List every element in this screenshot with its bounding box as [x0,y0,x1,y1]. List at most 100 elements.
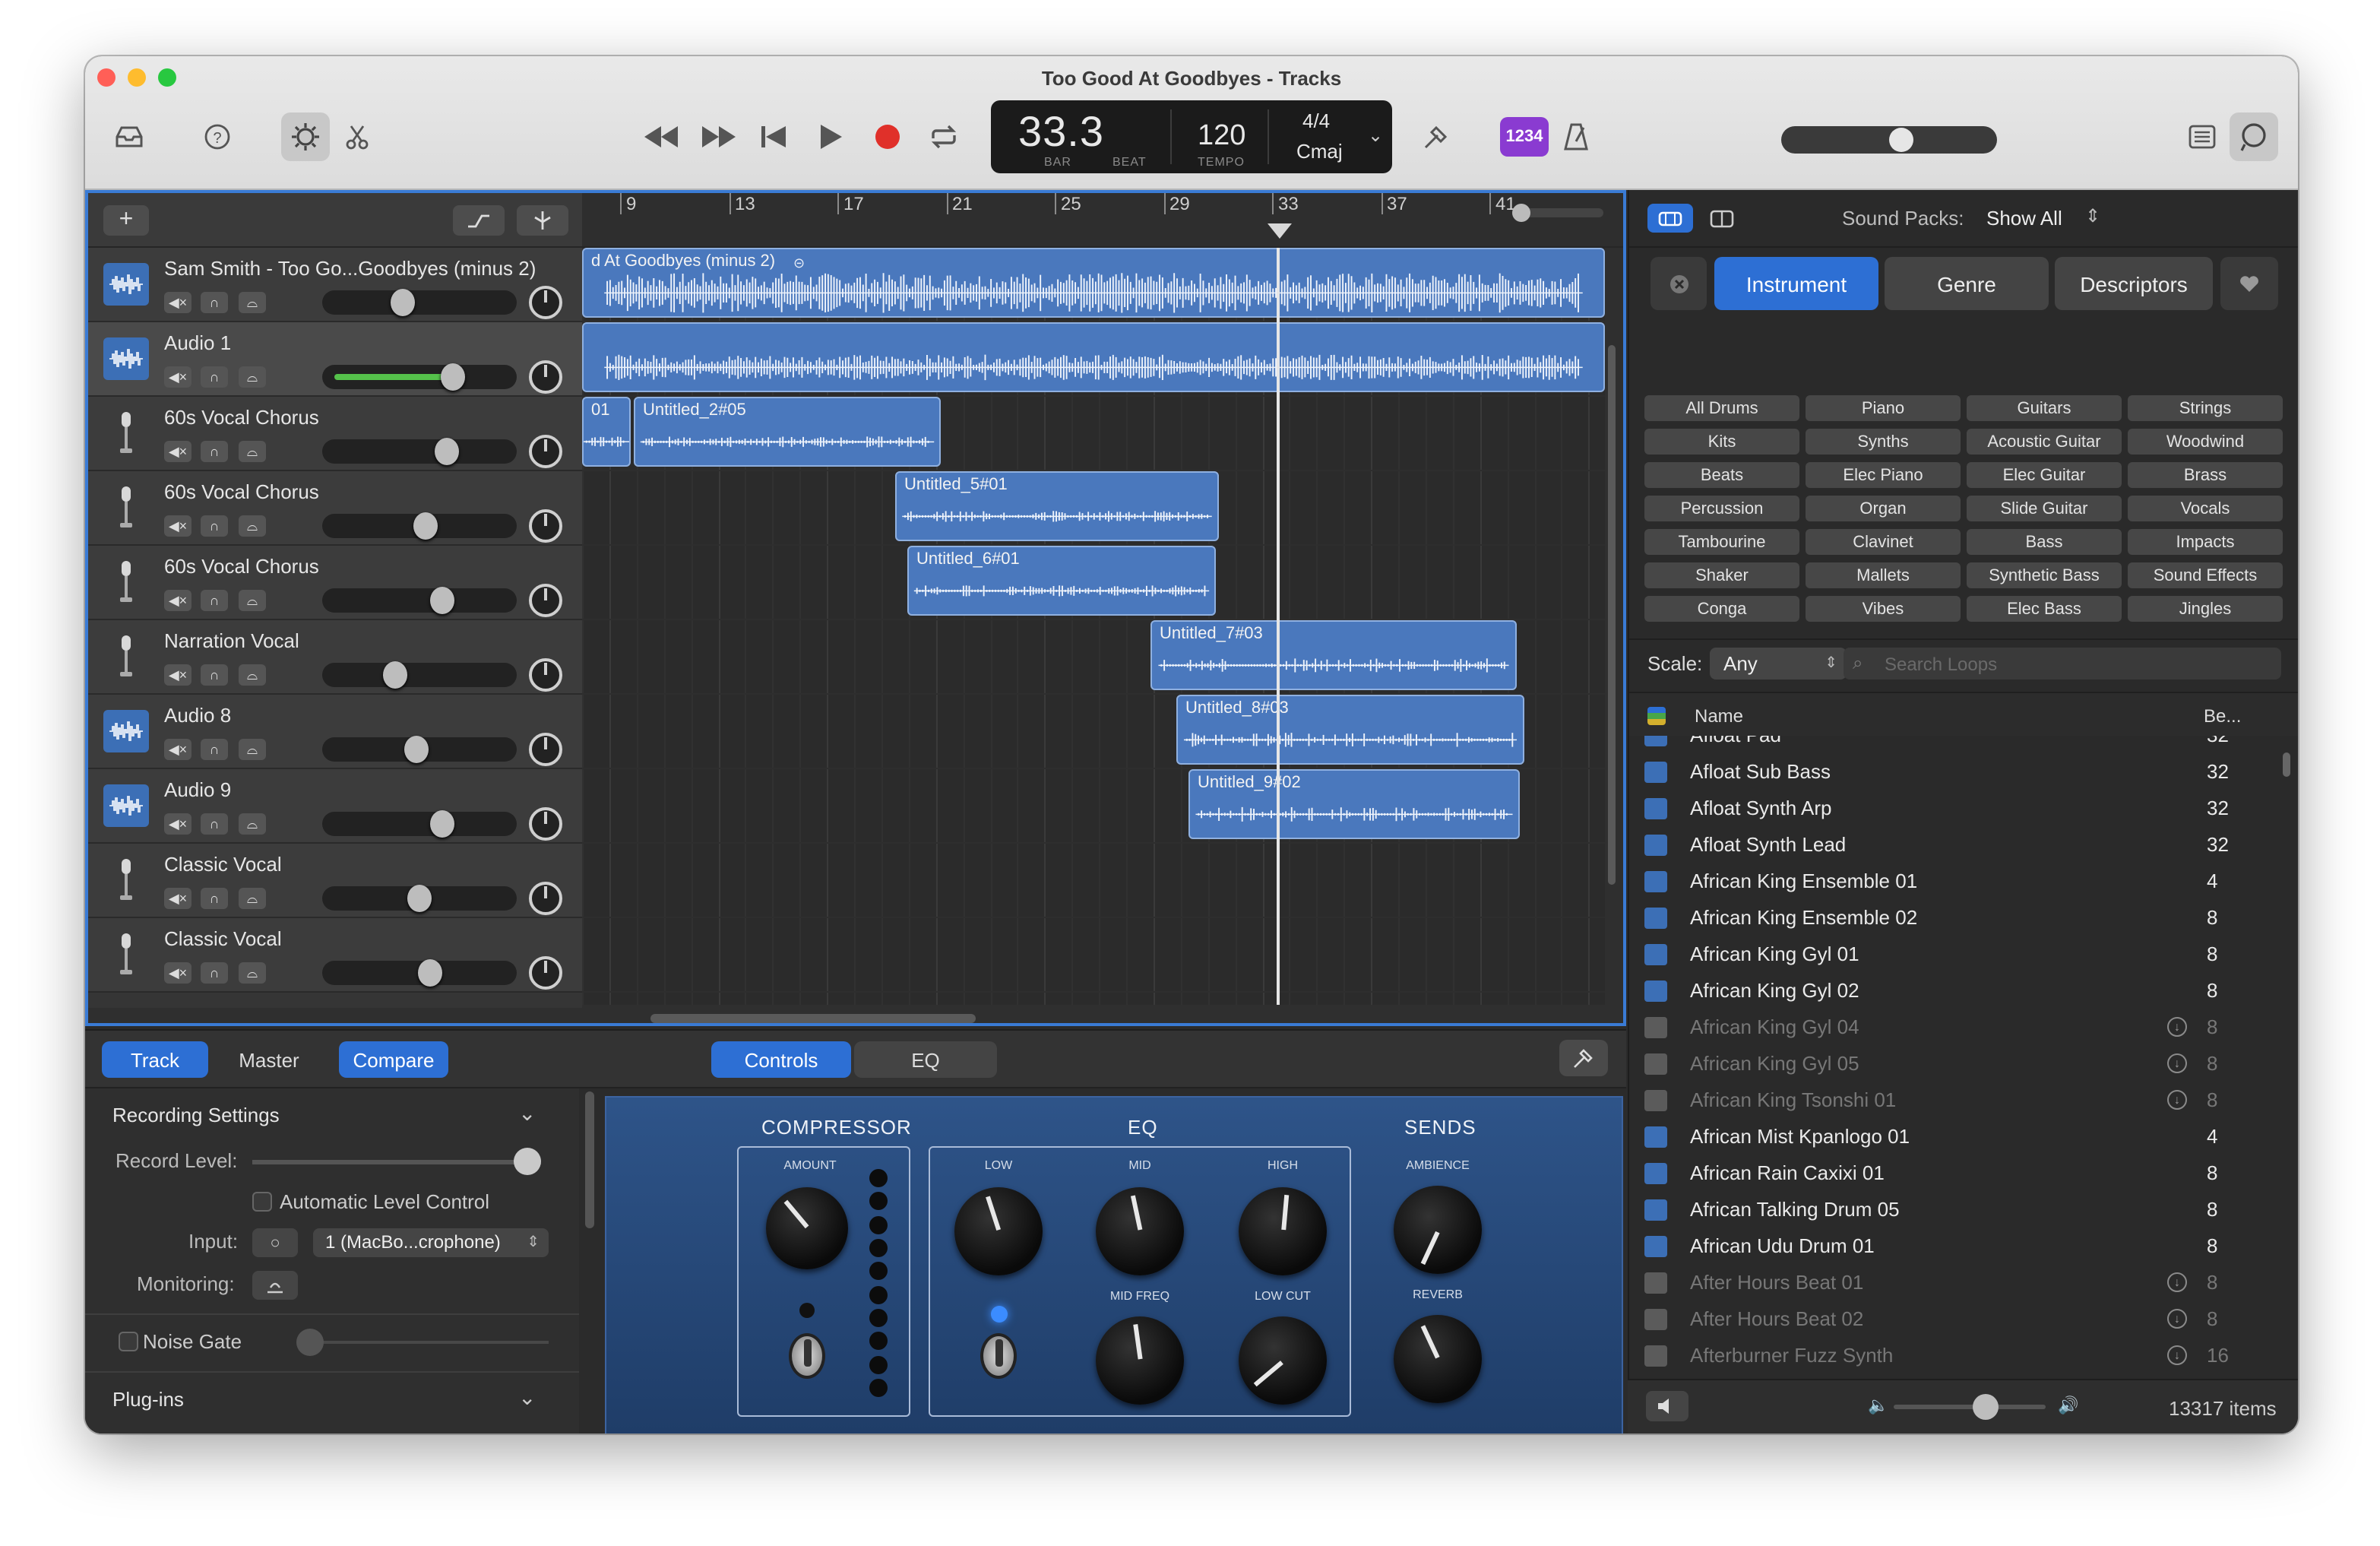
track-name[interactable]: Audio 9 [164,778,231,801]
solo-headphones-icon[interactable]: ∩ [201,664,228,686]
inspector-scrollbar[interactable] [585,1091,594,1228]
mute-icon[interactable]: ◀× [164,515,191,537]
pan-knob[interactable] [529,584,562,617]
track-name[interactable]: Sam Smith - Too Go...Goodbyes (minus 2) [164,257,536,280]
reset-filter-button[interactable] [1650,257,1707,310]
notepad-icon[interactable] [2179,114,2225,160]
record-enable-icon[interactable]: ⌓ [239,590,266,611]
mute-icon[interactable]: ◀× [164,664,191,686]
solo-headphones-icon[interactable]: ∩ [201,292,228,313]
solo-headphones-icon[interactable]: ∩ [201,962,228,984]
volume-knob[interactable] [441,363,466,391]
region-main-mix[interactable]: d At Goodbyes (minus 2) ⊝ [582,248,1605,318]
volume-knob[interactable] [407,885,432,912]
region-vocal-chorus-b[interactable]: Untitled_2#05 [634,397,941,467]
track-volume-fader[interactable] [322,512,517,540]
record-enable-icon[interactable]: ⌓ [239,292,266,313]
loop-browser-icon[interactable] [2230,112,2278,161]
sound-packs-chevron-icon[interactable]: ⇕ [2085,205,2100,227]
playhead[interactable] [1277,248,1279,1005]
compressor-toggle[interactable] [789,1333,825,1379]
keyword-button[interactable]: Acoustic Guitar [1967,429,2122,455]
vertical-scrollbar[interactable] [1608,345,1616,885]
mute-icon[interactable]: ◀× [164,888,191,909]
keyword-button[interactable]: Guitars [1967,395,2122,421]
solo-headphones-icon[interactable]: ∩ [201,739,228,760]
download-icon[interactable]: ↓ [2167,1053,2187,1073]
mute-icon[interactable]: ◀× [164,739,191,760]
auto-level-checkbox[interactable] [252,1192,272,1212]
region-untitled-9[interactable]: Untitled_9#02 [1188,769,1520,839]
track-name[interactable]: 60s Vocal Chorus [164,555,319,578]
scale-select[interactable]: Any ⇕ [1710,648,1847,680]
tab-genre[interactable]: Genre [1885,257,2049,310]
pan-knob[interactable] [529,807,562,841]
track-name[interactable]: Audio 8 [164,704,231,727]
zoom-slider[interactable] [1512,204,1603,222]
compare-button[interactable]: Compare [339,1041,448,1078]
loop-row[interactable]: African King Ensemble 02 8 [1629,900,2286,936]
loop-row[interactable]: African King Ensemble 01 4 [1629,863,2286,900]
track-volume-fader[interactable] [322,810,517,838]
track-name[interactable]: Classic Vocal [164,853,282,876]
keyword-button[interactable]: Vibes [1806,596,1961,622]
play-icon[interactable] [809,114,854,160]
loop-row[interactable]: African Mist Kpanlogo 01 4 [1629,1119,2286,1155]
zoom-slider-knob[interactable] [1512,204,1530,222]
download-icon[interactable]: ↓ [2167,1309,2187,1329]
record-enable-icon[interactable]: ⌓ [239,664,266,686]
record-enable-icon[interactable]: ⌓ [239,366,266,388]
plugins-chevron-icon[interactable]: ⌄ [518,1385,536,1411]
favorites-heart-icon[interactable] [2220,257,2278,310]
playhead-marker[interactable] [1268,223,1292,239]
volume-knob[interactable] [390,289,415,316]
volume-knob[interactable] [404,736,429,763]
volume-knob[interactable] [429,587,454,614]
loop-list-scrollbar[interactable] [2283,752,2290,777]
smart-controls-icon[interactable] [281,112,330,161]
region-untitled-8[interactable]: Untitled_8#03 [1176,695,1524,765]
keyword-button[interactable]: Percussion [1644,496,1799,521]
volume-knob[interactable] [383,661,408,689]
flex-icon[interactable] [517,205,568,236]
record-level-knob[interactable] [514,1148,541,1175]
track-header[interactable]: Audio 8 ◀× ∩ ⌓ [88,695,582,769]
column-name[interactable]: Name [1695,705,1743,727]
loop-row[interactable]: African King Gyl 05 ↓ 8 [1629,1046,2286,1082]
ruler[interactable]: 9 13 17 21 25 29 33 37 41 [582,193,1623,248]
loop-row[interactable]: After Hours Beat 02 ↓ 8 [1629,1301,2286,1338]
loop-list[interactable]: Afloat Pad32Afloat Sub Bass32Afloat Synt… [1629,736,2286,1411]
eq-high-knob[interactable] [1239,1187,1327,1275]
download-icon[interactable]: ↓ [2167,1272,2187,1292]
help-icon[interactable]: ? [195,114,240,160]
region-audio-1[interactable] [582,322,1605,392]
keyword-button[interactable]: Organ [1806,496,1961,521]
keyword-button[interactable]: Tambourine [1644,529,1799,555]
keyword-button[interactable]: Piano [1806,395,1961,421]
master-volume-slider[interactable] [1781,126,1997,154]
loop-row[interactable]: Afloat Synth Arp 32 [1629,790,2286,827]
noise-gate-slider[interactable] [296,1329,549,1356]
metronome-icon[interactable] [1553,114,1599,160]
mute-icon[interactable]: ◀× [164,441,191,462]
pan-knob[interactable] [529,286,562,319]
loop-row[interactable]: Afloat Pad 32 [1629,736,2286,754]
region-untitled-7[interactable]: Untitled_7#03 [1150,620,1517,690]
track-header[interactable]: Classic Vocal ◀× ∩ ⌓ [88,918,582,993]
record-icon[interactable] [865,114,910,160]
sound-packs-select[interactable]: Show All [1986,207,2062,230]
amount-knob[interactable] [766,1187,848,1269]
keyword-button[interactable]: Strings [2128,395,2283,421]
ambience-knob[interactable] [1394,1186,1482,1274]
loop-row[interactable]: African Rain Caxixi 01 8 [1629,1155,2286,1192]
column-beats[interactable]: Be... [2204,705,2241,727]
track-header[interactable]: Audio 9 ◀× ∩ ⌓ [88,769,582,844]
mute-icon[interactable]: ◀× [164,292,191,313]
tab-controls[interactable]: Controls [711,1041,851,1078]
track-volume-fader[interactable] [322,661,517,689]
tuner-icon[interactable] [1413,114,1459,160]
region-vocal-chorus-a[interactable]: 01 [582,397,631,467]
loop-row[interactable]: African Talking Drum 05 8 [1629,1192,2286,1228]
track-name[interactable]: Audio 1 [164,331,231,354]
keyword-button[interactable]: Vocals [2128,496,2283,521]
